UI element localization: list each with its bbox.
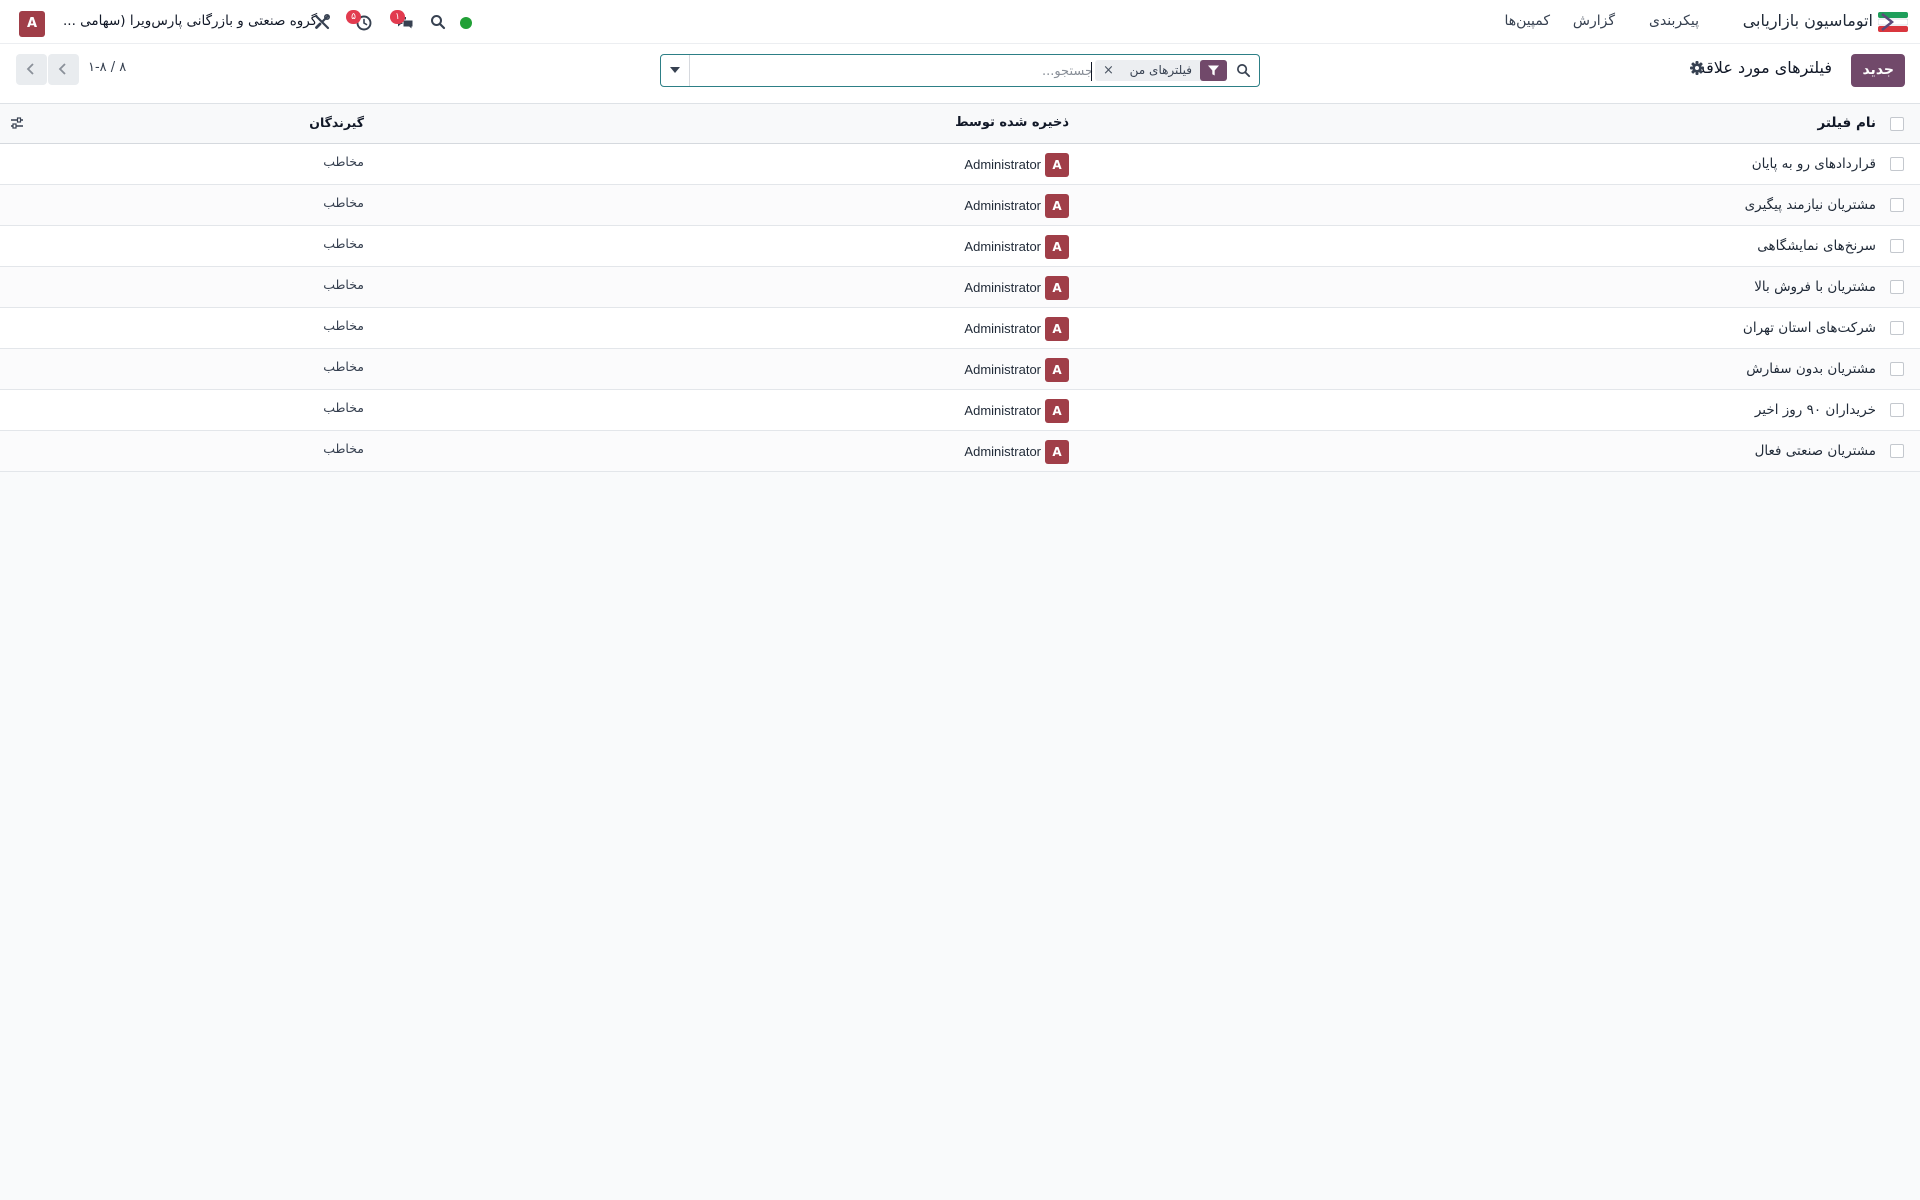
filter-name: قراردادهای رو به پایان <box>1751 156 1876 172</box>
menu-configuration[interactable]: پیکربندی <box>1649 13 1699 29</box>
control-panel: جدید فیلترهای مورد علاقه فیلترهای من × ج… <box>0 44 1920 104</box>
user-avatar: A <box>1045 276 1069 300</box>
new-button[interactable]: جدید <box>1851 54 1905 87</box>
table-row[interactable]: شرکت‌های استان تهران A Administrator مخا… <box>0 308 1920 349</box>
recipient-model: مخاطب <box>323 318 364 333</box>
user-name: Administrator <box>964 403 1041 418</box>
filter-name: خریداران ۹۰ روز اخیر <box>1754 402 1876 418</box>
text-caret <box>1091 62 1092 81</box>
filter-name: سرنخ‌های نمایشگاهی <box>1757 238 1876 254</box>
row-checkbox[interactable] <box>1890 362 1904 376</box>
chat-count-badge: ۱ <box>390 10 405 24</box>
recipient-model: مخاطب <box>323 154 364 169</box>
user-avatar[interactable]: A <box>19 11 45 37</box>
column-header-name[interactable]: نام فیلتر <box>1817 115 1876 131</box>
user-name: Administrator <box>964 198 1041 213</box>
pager-next-button[interactable] <box>48 54 79 85</box>
row-checkbox[interactable] <box>1890 239 1904 253</box>
user-avatar: A <box>1045 358 1069 382</box>
row-checkbox[interactable] <box>1890 198 1904 212</box>
user-avatar: A <box>1045 440 1069 464</box>
search-icon[interactable] <box>1236 63 1251 78</box>
app-logo-icon[interactable] <box>1877 12 1909 32</box>
filter-icon <box>1200 60 1227 81</box>
app-title[interactable]: اتوماسیون بازاریابی <box>1743 11 1873 30</box>
search-facet: فیلترهای من × <box>1095 60 1227 81</box>
recipient-model: مخاطب <box>323 441 364 456</box>
recipient-model: مخاطب <box>323 359 364 374</box>
table-row[interactable]: مشتریان با فروش بالا A Administrator مخا… <box>0 267 1920 308</box>
search-icon[interactable] <box>430 14 448 32</box>
page-title: فیلترهای مورد علاقه <box>1697 58 1832 77</box>
search-bar: فیلترهای من × <box>660 54 1260 87</box>
user-avatar: A <box>1045 317 1069 341</box>
select-all-checkbox[interactable] <box>1890 117 1904 131</box>
user-name: Administrator <box>964 239 1041 254</box>
table-row[interactable]: خریداران ۹۰ روز اخیر A Administrator مخا… <box>0 390 1920 431</box>
search-input[interactable] <box>691 59 1093 83</box>
facet-remove-icon[interactable]: × <box>1103 63 1114 78</box>
recipient-model: مخاطب <box>323 277 364 292</box>
filter-name: شرکت‌های استان تهران <box>1742 320 1876 336</box>
filters-list-table: نام فیلتر ذخیره شده توسط گیرندگان قراردا… <box>0 104 1920 472</box>
company-switcher[interactable]: گروه صنعتی و بازرگانی پارس‌ویرا (سهامی .… <box>63 13 317 29</box>
column-header-recipients[interactable]: گیرندگان <box>309 115 364 130</box>
user-avatar: A <box>1045 235 1069 259</box>
recipient-model: مخاطب <box>323 236 364 251</box>
user-avatar: A <box>1045 399 1069 423</box>
optional-columns-icon[interactable] <box>10 116 24 130</box>
row-checkbox[interactable] <box>1890 444 1904 458</box>
gear-icon[interactable] <box>1690 61 1704 75</box>
activity-count-badge: ۵ <box>346 10 361 24</box>
table-row[interactable]: قراردادهای رو به پایان A Administrator م… <box>0 144 1920 185</box>
table-row[interactable]: سرنخ‌های نمایشگاهی A Administrator مخاطب <box>0 226 1920 267</box>
user-name: Administrator <box>964 362 1041 377</box>
pager-previous-button[interactable] <box>16 54 47 85</box>
table-row[interactable]: مشتریان نیازمند پیگیری A Administrator م… <box>0 185 1920 226</box>
facet-label: فیلترهای من <box>1129 63 1192 77</box>
filter-name: مشتریان نیازمند پیگیری <box>1744 197 1876 213</box>
filter-name: مشتریان بدون سفارش <box>1746 361 1876 377</box>
pager-value[interactable]: ۱-۸ / ۸ <box>88 60 126 75</box>
user-avatar: A <box>1045 153 1069 177</box>
table-header-row: نام فیلتر ذخیره شده توسط گیرندگان <box>0 104 1920 144</box>
user-name: Administrator <box>964 321 1041 336</box>
filter-name: مشتریان صنعتی فعال <box>1754 443 1876 459</box>
row-checkbox[interactable] <box>1890 403 1904 417</box>
user-name: Administrator <box>964 444 1041 459</box>
row-checkbox[interactable] <box>1890 321 1904 335</box>
presence-status-dot <box>460 17 472 29</box>
row-checkbox[interactable] <box>1890 157 1904 171</box>
user-avatar: A <box>1045 194 1069 218</box>
filter-name: مشتریان با فروش بالا <box>1754 279 1876 295</box>
recipient-model: مخاطب <box>323 400 364 415</box>
table-row[interactable]: مشتریان بدون سفارش A Administrator مخاطب <box>0 349 1920 390</box>
top-navbar: اتوماسیون بازاریابی کمپین‌ها گزارش پیکرب… <box>0 0 1920 44</box>
table-row[interactable]: مشتریان صنعتی فعال A Administrator مخاطب <box>0 431 1920 472</box>
menu-campaigns[interactable]: کمپین‌ها <box>1504 13 1550 29</box>
recipient-model: مخاطب <box>323 195 364 210</box>
column-header-saved-by[interactable]: ذخیره شده توسط <box>955 115 1069 139</box>
row-checkbox[interactable] <box>1890 280 1904 294</box>
menu-reporting[interactable]: گزارش <box>1573 13 1615 29</box>
user-name: Administrator <box>964 157 1041 172</box>
search-options-toggle[interactable] <box>661 55 690 86</box>
user-name: Administrator <box>964 280 1041 295</box>
debug-tools-icon[interactable] <box>313 13 331 31</box>
